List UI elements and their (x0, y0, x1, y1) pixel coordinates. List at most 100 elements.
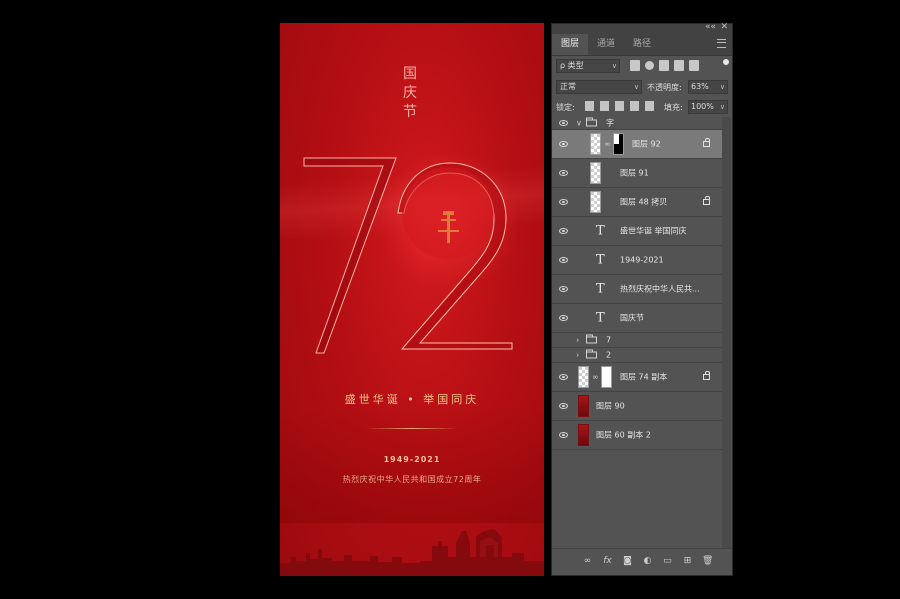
layer-48-copy[interactable]: 图层 48 拷贝 (552, 188, 722, 217)
chevron-right-icon[interactable]: › (576, 351, 579, 360)
eye-icon[interactable] (559, 432, 568, 438)
lock-icon (703, 138, 710, 147)
fill-label: 填充: (664, 103, 683, 112)
fill-field[interactable]: 100% ∨ (688, 100, 728, 114)
layer-thumbnail (590, 191, 601, 213)
filter-type-label: ρ 类型 (560, 61, 584, 70)
link-icon: ∞ (592, 372, 599, 382)
type-layer-icon: T (596, 310, 605, 326)
filter-icons (630, 60, 699, 71)
adjustment-layer-icon[interactable]: ◐ (642, 557, 653, 566)
link-icon: ∞ (604, 139, 611, 149)
lock-icons (585, 101, 654, 111)
divider-line (366, 428, 458, 429)
link-layers-icon[interactable]: ∞ (582, 557, 593, 566)
poster-canvas: 国 庆 节 盛世华诞 • 举国同庆 1949-2021 热烈庆祝中华人民共和国成… (280, 23, 544, 576)
layer-thumbnail (578, 395, 589, 417)
layer-60-copy-2[interactable]: 图层 60 副本 2 (552, 421, 722, 450)
folder-icon (586, 334, 597, 344)
mask-thumbnail[interactable] (613, 133, 624, 155)
layer-name: 国庆节 (620, 313, 644, 323)
panel-tabs: 图层 通道 路径 (552, 33, 732, 56)
lock-icon (703, 196, 710, 205)
text-layer-years[interactable]: T 1949-2021 (552, 246, 722, 275)
type-layer-icon: T (596, 252, 605, 268)
close-icon[interactable]: ✕ (720, 22, 728, 32)
adjustment-filter-icon[interactable] (645, 61, 654, 70)
layer-name: 图层 91 (620, 168, 649, 178)
pixel-filter-icon[interactable] (630, 60, 640, 71)
eye-icon[interactable] (559, 257, 568, 263)
add-mask-icon[interactable]: ◙ (622, 557, 633, 566)
folder-icon (586, 117, 597, 127)
eye-icon[interactable] (559, 170, 568, 176)
lock-transparent-icon[interactable] (585, 101, 594, 111)
lock-image-icon[interactable] (600, 101, 609, 111)
panel-menu-icon[interactable] (717, 39, 726, 48)
mask-thumbnail[interactable] (601, 366, 612, 388)
layer-name: 图层 92 (632, 139, 661, 149)
trash-icon[interactable]: 🗑 (702, 557, 713, 566)
eye-icon[interactable] (559, 199, 568, 205)
tab-channels[interactable]: 通道 (588, 34, 624, 55)
layer-thumbnail (590, 133, 601, 155)
lock-all-icon[interactable] (645, 101, 654, 111)
celebration-subline: 热烈庆祝中华人民共和国成立72周年 (342, 475, 482, 484)
lock-position-icon[interactable] (615, 101, 624, 111)
layer-name: 盛世华诞 举国同庆 (620, 226, 687, 236)
layer-name: 图层 90 (596, 401, 625, 411)
collapse-icon[interactable]: «« (705, 22, 716, 32)
layer-name: 图层 60 副本 2 (596, 430, 651, 440)
lock-artboard-icon[interactable] (630, 101, 639, 111)
eye-icon[interactable] (559, 141, 568, 147)
layer-74-copy[interactable]: ∞ 图层 74 副本 (552, 363, 722, 392)
fx-icon[interactable]: fx (602, 557, 613, 566)
eye-icon[interactable] (559, 120, 568, 126)
eye-icon[interactable] (559, 403, 568, 409)
layer-thumbnail (578, 366, 589, 388)
layers-scrollbar[interactable] (722, 117, 731, 554)
new-layer-icon[interactable]: ⊞ (682, 557, 693, 566)
smart-object-filter-icon[interactable] (689, 60, 699, 71)
big-72-graphic (303, 151, 520, 354)
fill-value: 100% (691, 102, 714, 111)
eye-icon[interactable] (559, 315, 568, 321)
blend-mode-select[interactable]: 正常 ∨ (556, 80, 642, 94)
lock-icon (703, 371, 710, 380)
tab-layers[interactable]: 图层 (552, 34, 589, 55)
layer-name: 2 (606, 350, 612, 360)
years-text: 1949-2021 (383, 455, 441, 464)
eye-icon[interactable] (559, 228, 568, 234)
new-group-icon[interactable]: ▭ (662, 557, 673, 566)
filter-toggle-icon[interactable] (723, 59, 729, 65)
chevron-right-icon[interactable]: › (576, 336, 579, 345)
shape-filter-icon[interactable] (674, 60, 684, 71)
text-layer-subline[interactable]: T 热烈庆祝中华人民共... (552, 275, 722, 304)
layer-91[interactable]: 图层 91 (552, 159, 722, 188)
filter-type-select[interactable]: ρ 类型 ∨ (556, 59, 620, 73)
text-layer-slogan[interactable]: T 盛世华诞 举国同庆 (552, 217, 722, 246)
type-filter-icon[interactable] (659, 60, 669, 71)
layer-name: 图层 48 拷贝 (620, 197, 668, 207)
opacity-label: 不透明度: (647, 83, 682, 92)
layer-group-zi[interactable]: ∨ 字 (552, 117, 722, 130)
text-layer-title[interactable]: T 国庆节 (552, 304, 722, 333)
layer-90[interactable]: 图层 90 (552, 392, 722, 421)
lock-label: 锁定: (556, 103, 575, 112)
eye-icon[interactable] (559, 374, 568, 380)
opacity-field[interactable]: 63% ∨ (688, 80, 728, 94)
layer-group-7[interactable]: › 7 (552, 333, 722, 348)
chevron-down-icon: ∨ (719, 83, 725, 91)
chevron-down-icon: ∨ (633, 83, 639, 91)
chevron-down-icon[interactable]: ∨ (576, 119, 582, 128)
folder-icon (586, 349, 597, 359)
layer-group-2[interactable]: › 2 (552, 348, 722, 363)
opacity-value: 63% (691, 82, 709, 91)
chevron-down-icon: ∨ (719, 103, 725, 111)
blend-mode-value: 正常 (560, 82, 576, 91)
tab-paths[interactable]: 路径 (624, 34, 660, 55)
type-layer-icon: T (596, 281, 605, 297)
eye-icon[interactable] (559, 286, 568, 292)
layer-thumbnail (578, 424, 589, 446)
layer-92[interactable]: ∞ 图层 92 (552, 130, 722, 159)
